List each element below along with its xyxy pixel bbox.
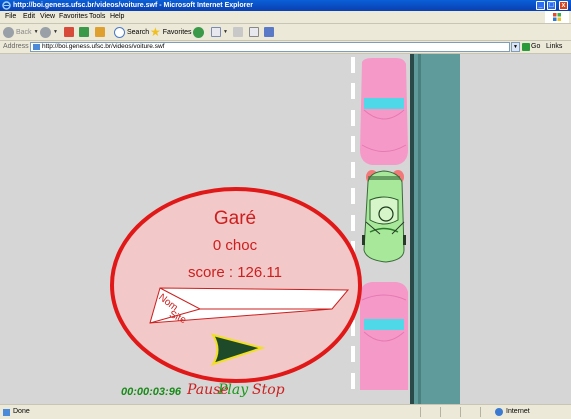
back-arrow-icon <box>3 26 14 38</box>
forward-button[interactable]: ▼ <box>40 26 58 38</box>
chevron-down-icon: ▼ <box>223 29 228 35</box>
status-text-area: Done <box>3 405 30 419</box>
refresh-icon <box>79 27 89 37</box>
play-button[interactable]: Play <box>218 382 248 398</box>
history-button[interactable] <box>193 26 204 38</box>
status-divider <box>440 407 441 417</box>
player-car <box>362 170 406 263</box>
toolbar: Back ▼ ▼ Search ★ Favorites ▼ <box>0 24 571 41</box>
home-button[interactable] <box>95 26 105 38</box>
window-title: http://boi.geness.ufsc.br/videos/voiture… <box>13 2 253 9</box>
windows-logo-icon <box>545 11 569 23</box>
menu-file[interactable]: File <box>5 11 16 23</box>
page-icon <box>33 44 40 50</box>
messenger-icon <box>264 27 274 37</box>
menu-tools[interactable]: Tools <box>89 11 105 23</box>
globe-icon <box>495 408 503 416</box>
status-bar: Done Internet <box>0 404 571 419</box>
game-status-title: Garé <box>213 208 257 229</box>
security-zone: Internet <box>495 405 530 419</box>
status-divider <box>480 407 481 417</box>
chevron-down-icon: ▼ <box>33 29 39 35</box>
back-label: Back <box>16 28 32 36</box>
ie-icon <box>2 1 11 10</box>
menu-favorites[interactable]: Favorites <box>59 11 88 23</box>
forward-arrow-icon <box>40 26 51 38</box>
star-icon: ★ <box>150 25 161 39</box>
go-button[interactable]: Go <box>522 42 540 52</box>
favorites-button[interactable]: ★ Favorites <box>150 26 192 38</box>
status-text: Done <box>13 408 30 415</box>
mail-icon <box>211 27 221 37</box>
close-button[interactable]: x <box>559 1 568 10</box>
menu-view[interactable]: View <box>40 11 55 23</box>
chevron-down-icon: ▼ <box>53 29 58 35</box>
address-bar: Address http://boi.geness.ufsc.br/videos… <box>0 41 571 54</box>
edit-button[interactable] <box>249 26 259 38</box>
status-divider <box>420 407 421 417</box>
title-bar: http://boi.geness.ufsc.br/videos/voiture… <box>0 0 571 11</box>
parked-car-bottom <box>360 282 408 390</box>
status-divider <box>460 407 461 417</box>
menu-bar: File Edit View Favorites Tools Help <box>0 11 571 24</box>
address-input[interactable]: http://boi.geness.ufsc.br/videos/voiture… <box>30 42 510 52</box>
print-icon <box>233 27 243 37</box>
address-label: Address <box>3 43 29 50</box>
address-dropdown-button[interactable]: ▼ <box>511 42 520 52</box>
go-arrow-icon <box>522 43 530 51</box>
mail-button[interactable]: ▼ <box>211 26 228 38</box>
maximize-button[interactable]: □ <box>547 1 556 10</box>
edit-icon <box>249 27 259 37</box>
stop-button[interactable]: Stop <box>252 382 285 398</box>
address-url: http://boi.geness.ufsc.br/videos/voiture… <box>42 43 165 50</box>
links-button[interactable]: Links <box>546 41 562 53</box>
page-done-icon <box>3 408 10 416</box>
menu-help[interactable]: Help <box>110 11 124 23</box>
zone-label: Internet <box>506 408 530 415</box>
history-icon <box>193 26 204 38</box>
search-label: Search <box>127 28 150 36</box>
favorites-label: Favorites <box>162 28 192 36</box>
collision-count: 0 choc <box>212 237 258 254</box>
messenger-button[interactable] <box>264 26 274 38</box>
search-icon <box>114 26 125 38</box>
score-text: score : 126.11 <box>188 264 282 281</box>
stop-icon <box>64 27 74 37</box>
menu-edit[interactable]: Edit <box>23 11 35 23</box>
timer-display: 00:00:03:96 <box>121 386 181 398</box>
refresh-button[interactable] <box>79 26 89 38</box>
stop-page-button[interactable] <box>64 26 74 38</box>
home-icon <box>95 27 105 37</box>
parked-car-top <box>360 58 408 165</box>
curb-line <box>410 54 414 404</box>
go-label: Go <box>531 43 541 50</box>
print-button[interactable] <box>233 26 243 38</box>
search-button[interactable]: Search <box>114 26 149 38</box>
back-button[interactable]: Back ▼ <box>3 26 39 38</box>
minimize-button[interactable]: _ <box>536 1 545 10</box>
